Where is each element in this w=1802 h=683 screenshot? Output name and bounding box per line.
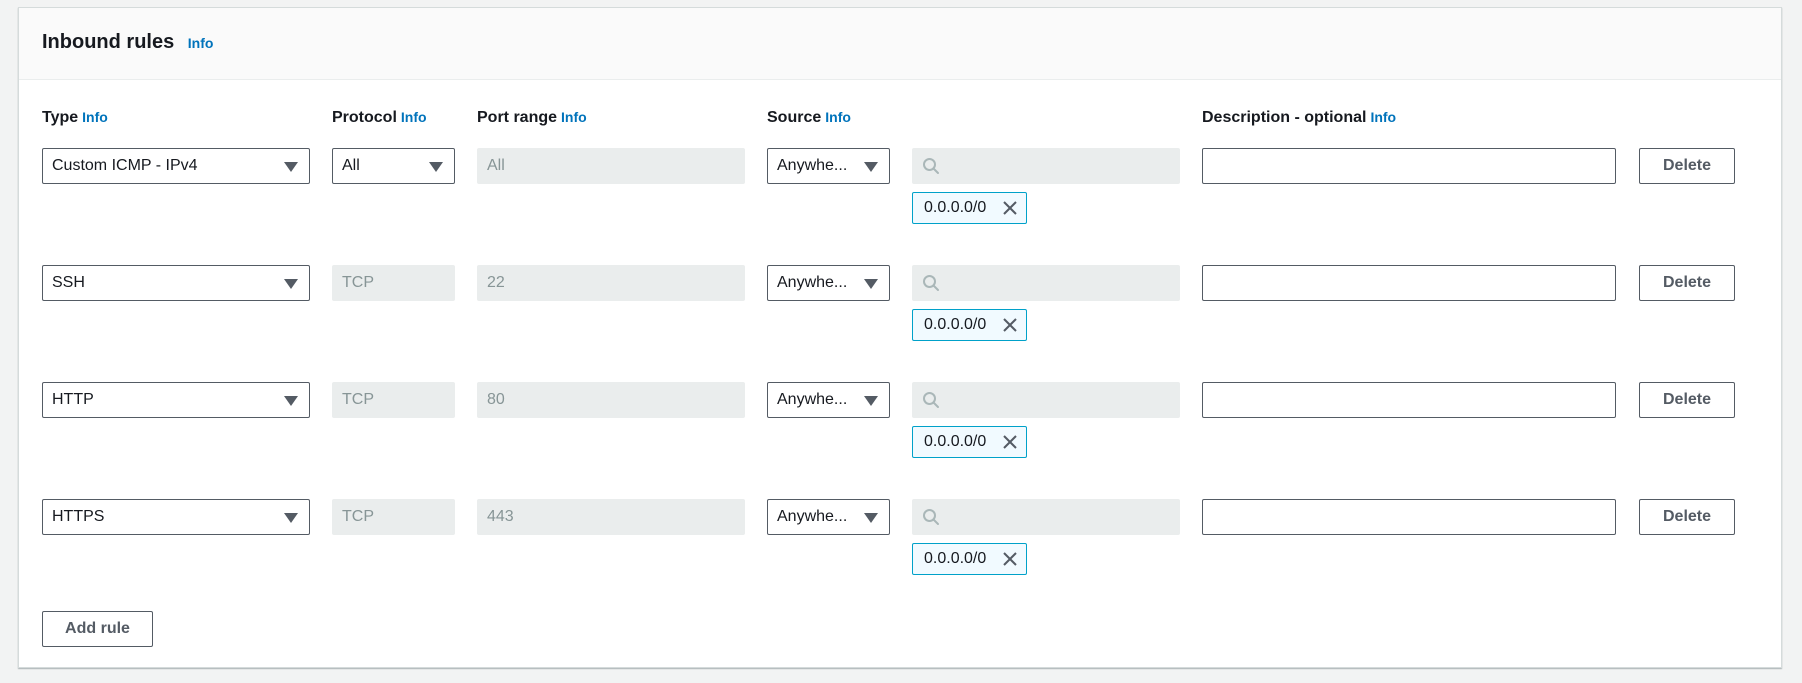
source-select-value: Anywhe... bbox=[777, 391, 848, 408]
protocol-field: TCP bbox=[332, 499, 455, 535]
caret-down-icon bbox=[429, 162, 443, 172]
column-protocol-label: Protocol bbox=[332, 109, 397, 126]
port-range-info-link[interactable]: Info bbox=[561, 109, 587, 125]
protocol-info-link[interactable]: Info bbox=[401, 109, 427, 125]
caret-down-icon bbox=[284, 396, 298, 406]
source-info-link[interactable]: Info bbox=[825, 109, 851, 125]
description-info-link[interactable]: Info bbox=[1370, 109, 1396, 125]
protocol-value: TCP bbox=[342, 508, 374, 525]
column-header-port-range: Port range Info bbox=[477, 109, 587, 127]
panel-header: Inbound rules Info bbox=[19, 8, 1781, 80]
cidr-token: 0.0.0.0/0 bbox=[912, 543, 1027, 575]
cidr-token-label: 0.0.0.0/0 bbox=[924, 316, 987, 333]
column-header-type: Type Info bbox=[42, 109, 108, 127]
protocol-select[interactable]: All bbox=[332, 148, 455, 184]
panel-title: Inbound rules Info bbox=[42, 31, 213, 54]
caret-down-icon bbox=[864, 513, 878, 523]
cidr-token-label: 0.0.0.0/0 bbox=[924, 550, 987, 567]
description-input[interactable] bbox=[1202, 265, 1616, 301]
column-port-range-label: Port range bbox=[477, 109, 558, 126]
description-input[interactable] bbox=[1202, 499, 1616, 535]
close-icon[interactable] bbox=[1001, 433, 1019, 451]
delete-button[interactable]: Delete bbox=[1639, 382, 1735, 418]
column-header-description: Description - optional Info bbox=[1202, 109, 1396, 127]
port-range-field: 22 bbox=[477, 265, 745, 301]
type-select-value: HTTP bbox=[52, 391, 94, 408]
delete-button-label: Delete bbox=[1662, 508, 1712, 525]
search-icon bbox=[923, 158, 939, 174]
source-select[interactable]: Anywhe... bbox=[767, 265, 890, 301]
panel-title-text: Inbound rules bbox=[42, 31, 175, 53]
protocol-field: TCP bbox=[332, 265, 455, 301]
port-range-value: 80 bbox=[487, 391, 505, 408]
cidr-token-label: 0.0.0.0/0 bbox=[924, 199, 987, 216]
source-cidr-search-input[interactable] bbox=[912, 499, 1180, 535]
rule-row: SSH TCP 22 Anywhe... 0.0.0.0/0 Delete bbox=[19, 265, 1781, 355]
add-rule-button[interactable]: Add rule bbox=[42, 611, 153, 647]
type-select-value: SSH bbox=[52, 274, 85, 291]
port-range-value: 443 bbox=[487, 508, 514, 525]
source-cidr-search-input[interactable] bbox=[912, 148, 1180, 184]
description-input[interactable] bbox=[1202, 382, 1616, 418]
source-cidr-search-input[interactable] bbox=[912, 382, 1180, 418]
column-header-source: Source Info bbox=[767, 109, 851, 127]
type-select[interactable]: SSH bbox=[42, 265, 310, 301]
type-info-link[interactable]: Info bbox=[82, 109, 108, 125]
cidr-token: 0.0.0.0/0 bbox=[912, 426, 1027, 458]
description-input[interactable] bbox=[1202, 148, 1616, 184]
port-range-value: 22 bbox=[487, 274, 505, 291]
delete-button[interactable]: Delete bbox=[1639, 148, 1735, 184]
port-range-field: 443 bbox=[477, 499, 745, 535]
protocol-select-value: All bbox=[342, 157, 360, 174]
caret-down-icon bbox=[864, 396, 878, 406]
panel-info-link[interactable]: Info bbox=[188, 35, 214, 51]
type-select[interactable]: Custom ICMP - IPv4 bbox=[42, 148, 310, 184]
protocol-field: TCP bbox=[332, 382, 455, 418]
port-range-field: All bbox=[477, 148, 745, 184]
rule-row: HTTP TCP 80 Anywhe... 0.0.0.0/0 Delete bbox=[19, 382, 1781, 472]
port-range-value: All bbox=[487, 157, 505, 174]
rule-row: Custom ICMP - IPv4 All All Anywhe... 0.0… bbox=[19, 148, 1781, 238]
delete-button-label: Delete bbox=[1662, 274, 1712, 291]
source-select-value: Anywhe... bbox=[777, 274, 848, 291]
rule-row: HTTPS TCP 443 Anywhe... 0.0.0.0/0 Delete bbox=[19, 499, 1781, 589]
source-select[interactable]: Anywhe... bbox=[767, 382, 890, 418]
column-source-label: Source bbox=[767, 109, 822, 126]
type-select[interactable]: HTTPS bbox=[42, 499, 310, 535]
caret-down-icon bbox=[284, 513, 298, 523]
type-select-value: HTTPS bbox=[52, 508, 105, 525]
cidr-token: 0.0.0.0/0 bbox=[912, 192, 1027, 224]
delete-button[interactable]: Delete bbox=[1639, 499, 1735, 535]
search-icon bbox=[923, 392, 939, 408]
protocol-value: TCP bbox=[342, 391, 374, 408]
cidr-token-label: 0.0.0.0/0 bbox=[924, 433, 987, 450]
port-range-field: 80 bbox=[477, 382, 745, 418]
type-select[interactable]: HTTP bbox=[42, 382, 310, 418]
delete-button[interactable]: Delete bbox=[1639, 265, 1735, 301]
source-select-value: Anywhe... bbox=[777, 157, 848, 174]
close-icon[interactable] bbox=[1001, 316, 1019, 334]
caret-down-icon bbox=[284, 279, 298, 289]
delete-button-label: Delete bbox=[1662, 157, 1712, 174]
source-select-value: Anywhe... bbox=[777, 508, 848, 525]
protocol-value: TCP bbox=[342, 274, 374, 291]
column-description-label: Description - optional bbox=[1202, 109, 1367, 126]
close-icon[interactable] bbox=[1001, 550, 1019, 568]
source-select[interactable]: Anywhe... bbox=[767, 499, 890, 535]
close-icon[interactable] bbox=[1001, 199, 1019, 217]
column-header-protocol: Protocol Info bbox=[332, 109, 427, 127]
caret-down-icon bbox=[864, 162, 878, 172]
caret-down-icon bbox=[864, 279, 878, 289]
source-cidr-search-input[interactable] bbox=[912, 265, 1180, 301]
delete-button-label: Delete bbox=[1662, 391, 1712, 408]
caret-down-icon bbox=[284, 162, 298, 172]
type-select-value: Custom ICMP - IPv4 bbox=[52, 157, 198, 174]
search-icon bbox=[923, 275, 939, 291]
source-select[interactable]: Anywhe... bbox=[767, 148, 890, 184]
search-icon bbox=[923, 509, 939, 525]
cidr-token: 0.0.0.0/0 bbox=[912, 309, 1027, 341]
inbound-rules-panel: Inbound rules Info Type Info Protocol Info… bbox=[18, 7, 1782, 668]
column-type-label: Type bbox=[42, 109, 79, 126]
